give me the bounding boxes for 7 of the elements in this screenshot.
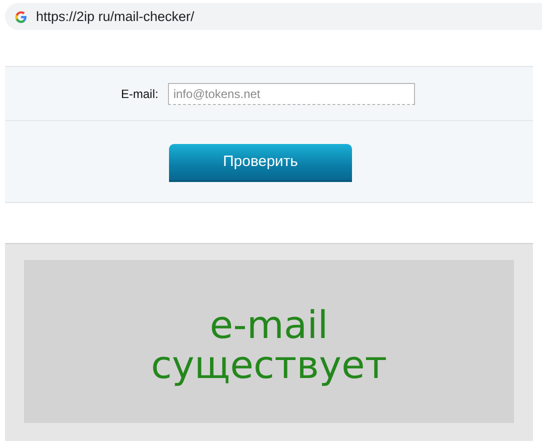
address-bar[interactable]: https://2ip ru/mail-checker/ [5, 3, 542, 30]
email-label: E-mail: [121, 86, 158, 100]
result-message: e-mail существует [150, 302, 388, 386]
check-button[interactable]: Проверить [169, 144, 352, 180]
url-text: https://2ip ru/mail-checker/ [36, 9, 194, 24]
google-icon [15, 10, 27, 22]
email-field[interactable]: info@tokens.net [168, 82, 416, 104]
